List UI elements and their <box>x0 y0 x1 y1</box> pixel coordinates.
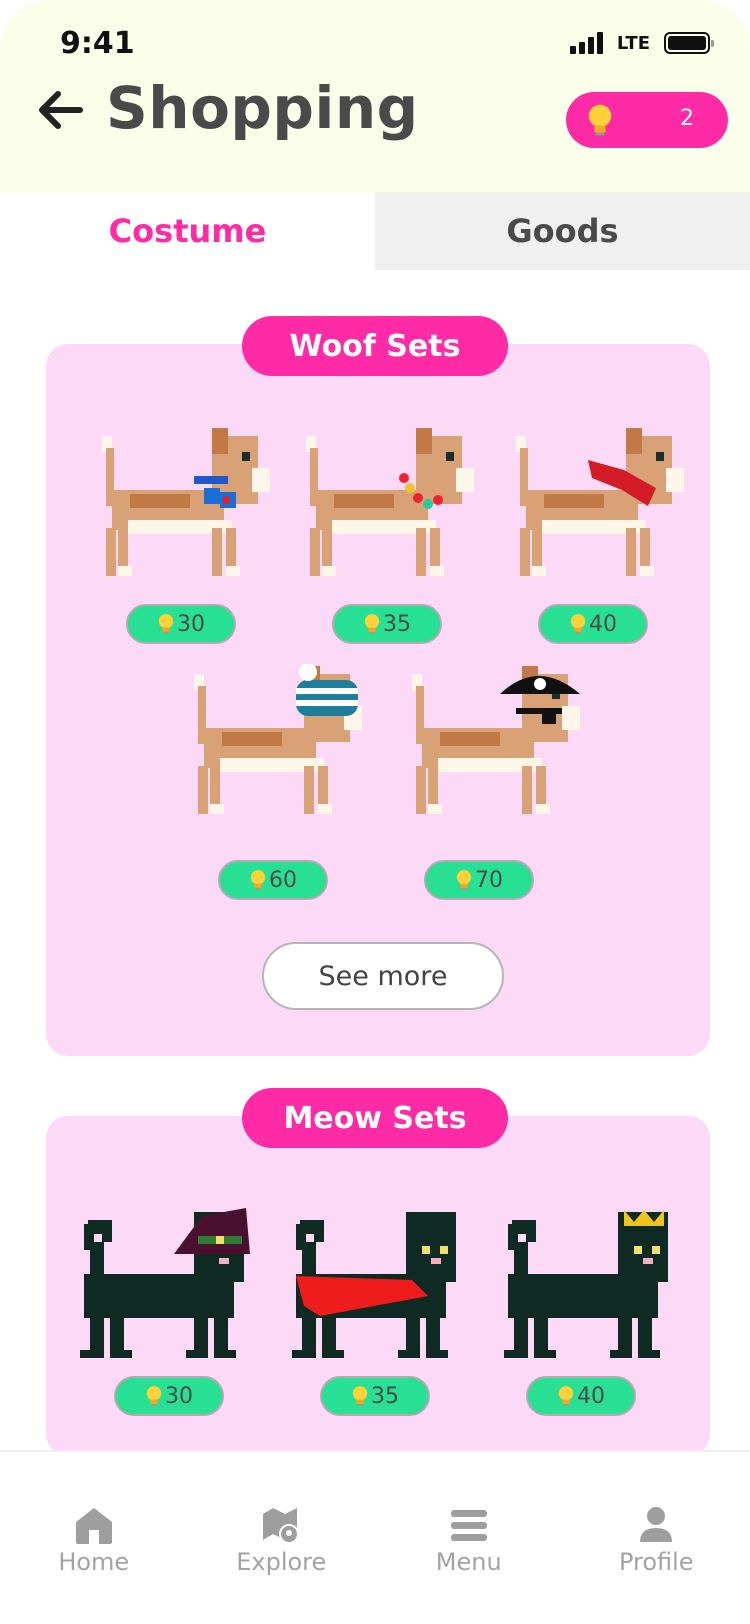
lightbulb-icon <box>146 1386 162 1406</box>
price-value: 35 <box>383 611 411 637</box>
woof-price-2[interactable]: 35 <box>332 604 442 644</box>
tab-bar: Costume Goods <box>0 192 750 270</box>
price-value: 40 <box>589 611 617 637</box>
cat-red-cape-image <box>292 1212 456 1358</box>
battery-icon <box>664 32 714 54</box>
page-title: Shopping <box>106 74 419 142</box>
lightbulb-icon <box>352 1386 368 1406</box>
price-value: 30 <box>165 1383 193 1409</box>
woof-price-5[interactable]: 70 <box>424 860 534 900</box>
lightbulb-icon <box>588 104 612 136</box>
points-count: 2 <box>680 106 694 131</box>
price-value: 35 <box>371 1383 399 1409</box>
price-value: 70 <box>475 867 503 893</box>
nav-profile-label: Profile <box>618 1548 694 1576</box>
price-value: 40 <box>577 1383 605 1409</box>
menu-icon <box>450 1510 487 1541</box>
dog-flower-collar-image <box>306 428 474 576</box>
bottom-nav: Home Explore Menu Profile <box>0 1450 750 1624</box>
nav-profile[interactable]: Profile <box>563 1452 750 1624</box>
dog-red-scarf-image <box>516 428 684 576</box>
lightbulb-icon <box>456 870 472 890</box>
woof-item-2[interactable] <box>290 426 480 586</box>
woof-price-1[interactable]: 30 <box>126 604 236 644</box>
dog-bow-tie-image <box>102 428 270 576</box>
dog-pirate-hat-image <box>412 666 580 814</box>
profile-icon <box>640 1507 673 1542</box>
woof-sets-title: Woof Sets <box>242 316 508 376</box>
meow-price-2[interactable]: 35 <box>320 1376 430 1416</box>
status-time: 9:41 <box>60 26 135 61</box>
status-indicators: LTE <box>569 32 714 54</box>
lightbulb-icon <box>570 614 586 634</box>
meow-price-1[interactable]: 30 <box>114 1376 224 1416</box>
woof-price-3[interactable]: 40 <box>538 604 648 644</box>
meow-item-3[interactable] <box>494 1208 684 1368</box>
nav-explore[interactable]: Explore <box>188 1452 376 1624</box>
price-value: 60 <box>269 867 297 893</box>
woof-item-3[interactable] <box>500 426 690 586</box>
home-icon <box>75 1508 112 1544</box>
nav-home-label: Home <box>58 1548 130 1576</box>
meow-item-1[interactable] <box>70 1208 260 1368</box>
back-arrow-icon[interactable] <box>36 86 84 134</box>
dog-beanie-image <box>194 664 362 814</box>
woof-item-4[interactable] <box>178 664 368 824</box>
meow-sets-title: Meow Sets <box>242 1088 508 1148</box>
see-more-button[interactable]: See more <box>262 942 504 1010</box>
network-label: LTE <box>616 32 650 54</box>
nav-menu[interactable]: Menu <box>375 1452 563 1624</box>
meow-price-3[interactable]: 40 <box>526 1376 636 1416</box>
tab-goods[interactable]: Goods <box>375 192 750 270</box>
signal-icon <box>569 32 603 54</box>
meow-item-2[interactable] <box>282 1208 472 1368</box>
nav-home[interactable]: Home <box>0 1452 188 1624</box>
woof-price-4[interactable]: 60 <box>218 860 328 900</box>
nav-menu-label: Menu <box>435 1548 502 1576</box>
tab-costume[interactable]: Costume <box>0 192 375 270</box>
woof-item-1[interactable] <box>86 426 276 586</box>
price-value: 30 <box>177 611 205 637</box>
map-icon <box>263 1508 300 1544</box>
cat-witch-hat-image <box>80 1208 250 1358</box>
cat-crown-image <box>504 1210 668 1358</box>
lightbulb-icon <box>158 614 174 634</box>
lightbulb-icon <box>558 1386 574 1406</box>
lightbulb-icon <box>364 614 380 634</box>
nav-explore-label: Explore <box>236 1548 327 1576</box>
app-header: 9:41 LTE Shopping 2 <box>0 0 750 192</box>
points-badge[interactable]: 2 <box>566 92 728 148</box>
lightbulb-icon <box>250 870 266 890</box>
woof-item-5[interactable] <box>396 664 586 824</box>
